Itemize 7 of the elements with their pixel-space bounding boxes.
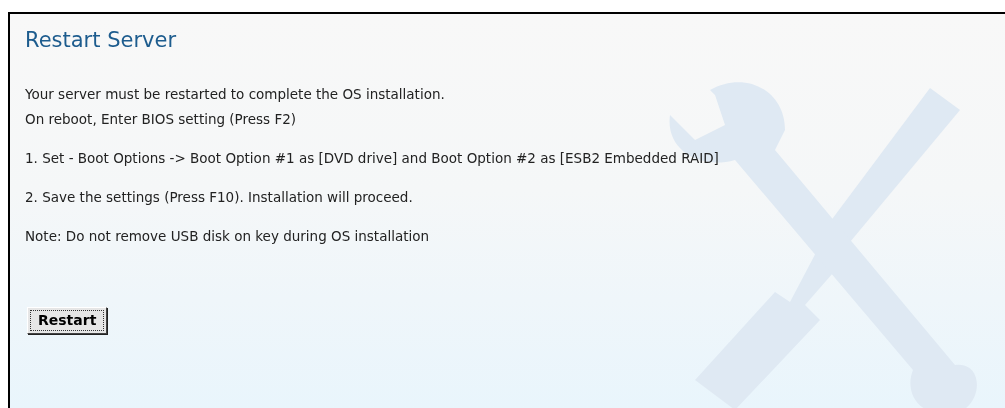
instruction-text: On reboot, Enter BIOS setting (Press F2) [25, 110, 298, 129]
instruction-text: 1. Set - Boot Options -> Boot Option #1 as [DVD drive] and Boot Option #2 as [ESB2 Embedded RAID] [25, 149, 720, 168]
restart-button[interactable]: Restart [27, 307, 108, 334]
instruction-text: Note: Do not remove USB disk on key during OS installation [25, 227, 431, 246]
instruction-text: Your server must be restarted to complete the OS installation. [25, 85, 446, 104]
page-title: Restart Server [25, 28, 178, 52]
instruction-text: 2. Save the settings (Press F10). Installation will proceed. [25, 188, 414, 207]
